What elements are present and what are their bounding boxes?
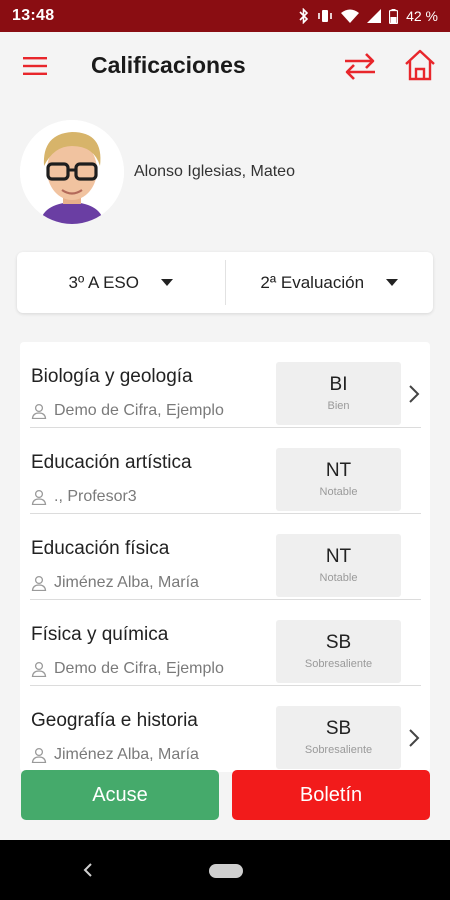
bluetooth-icon [299,8,309,24]
person-icon [31,661,47,677]
subject-name: Educación física [31,538,170,559]
grade-code: NT [325,460,352,481]
subject-name: Física y química [31,624,169,645]
status-icons: 42 % [299,8,438,24]
hamburger-menu-icon[interactable] [22,54,48,78]
swap-arrows-icon[interactable] [342,50,378,82]
grade-badge: NT Notable [276,448,401,511]
home-pill-button[interactable] [209,864,243,878]
chevron-right-icon[interactable] [408,728,420,748]
teacher-info: Demo de Cifra, Ejemplo [31,660,224,678]
teacher-name: ., Profesor3 [54,488,137,505]
system-nav-bar [0,840,450,900]
subjects-list: Biología y geología Demo de Cifra, Ejemp… [20,342,430,772]
subject-name: Geografía e historia [31,710,198,731]
teacher-info: Demo de Cifra, Ejemplo [31,402,224,420]
subject-name: Educación artística [31,452,192,473]
teacher-name: Demo de Cifra, Ejemplo [54,660,224,677]
grade-badge: BI Bien [276,362,401,425]
grade-code: NT [325,546,352,567]
grade-label: Sobresaliente [304,744,373,756]
teacher-info: Jiménez Alba, María [31,746,199,764]
teacher-info: Jiménez Alba, María [31,574,199,592]
teacher-name: Jiménez Alba, María [54,746,199,763]
student-profile: Alonso Iglesias, Mateo [20,120,295,224]
avatar [20,120,124,224]
battery-level: 42 % [406,8,438,24]
back-icon[interactable] [82,862,94,878]
dropdown-caret-icon [160,279,173,286]
acuse-button[interactable]: Acuse [21,770,219,820]
vibrate-icon [318,10,332,22]
evaluation-selector-value: 2ª Evaluación [260,272,365,292]
subject-row-educacion-fisica[interactable]: Educación física Jiménez Alba, María NT … [30,514,421,600]
group-selector[interactable]: 3º A ESO [17,252,225,313]
grade-label: Sobresaliente [304,658,373,670]
teacher-name: Jiménez Alba, María [54,574,199,591]
grade-label: Notable [319,486,358,498]
grade-badge: SB Sobresaliente [276,706,401,769]
dropdown-caret-icon [386,279,399,286]
boletin-button[interactable]: Boletín [232,770,430,820]
chevron-right-icon[interactable] [408,384,420,404]
subject-row-biologia[interactable]: Biología y geología Demo de Cifra, Ejemp… [30,342,421,428]
student-name: Alonso Iglesias, Mateo [134,163,295,180]
home-icon[interactable] [403,48,437,82]
subject-name: Biología y geología [31,366,193,387]
grade-code: SB [325,718,352,739]
grade-code: SB [325,632,352,653]
wifi-icon [341,9,360,23]
grade-code: BI [329,374,348,395]
app-bar: Calificaciones [0,32,450,100]
group-selector-value: 3º A ESO [68,272,139,292]
person-icon [31,575,47,591]
teacher-name: Demo de Cifra, Ejemplo [54,402,224,419]
person-icon [31,747,47,763]
subject-row-fisica-quimica[interactable]: Física y química Demo de Cifra, Ejemplo … [30,600,421,686]
status-time: 13:48 [12,7,55,24]
grade-badge: NT Notable [276,534,401,597]
grade-badge: SB Sobresaliente [276,620,401,683]
subject-row-educacion-artistica[interactable]: Educación artística ., Profesor3 NT Nota… [30,428,421,514]
grade-label: Notable [319,572,358,584]
teacher-info: ., Profesor3 [31,488,137,506]
evaluation-selector[interactable]: 2ª Evaluación [226,252,434,313]
signal-icon [367,9,382,23]
person-icon [31,403,47,419]
status-bar: 13:48 42 % [0,0,450,32]
person-icon [31,489,47,505]
page-title: Calificaciones [91,52,246,78]
grade-label: Bien [327,400,350,412]
subject-row-geografia-historia[interactable]: Geografía e historia Jiménez Alba, María… [30,686,421,772]
battery-icon [389,8,399,24]
filter-card: 3º A ESO 2ª Evaluación [17,252,433,313]
